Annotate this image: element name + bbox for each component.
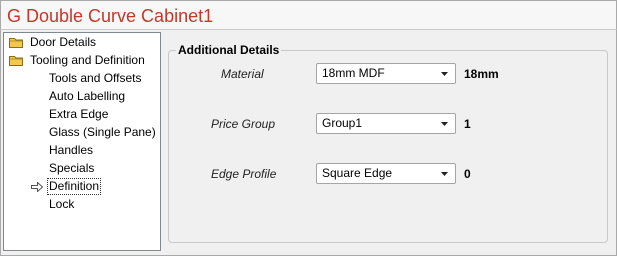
edge-profile-selected-value: Square Edge <box>322 166 393 180</box>
tree-item-label: Tools and Offsets <box>49 71 142 85</box>
folder-icon <box>9 38 23 48</box>
tree-item-label: Specials <box>49 161 95 175</box>
arrow-right-icon <box>31 182 43 192</box>
material-selected-value: 18mm MDF <box>322 66 385 80</box>
tree-item-label: Extra Edge <box>49 107 109 121</box>
material-dropdown[interactable]: 18mm MDF <box>316 63 456 84</box>
additional-details-legend: Additional Details <box>176 43 282 57</box>
price-group-selected-value: Group1 <box>322 116 363 130</box>
edge-profile-dropdown[interactable]: Square Edge <box>316 163 456 184</box>
edge-profile-value: 0 <box>464 167 471 181</box>
material-value: 18mm <box>464 67 499 81</box>
tree-item-label: Glass (Single Pane) <box>49 125 156 139</box>
tree-item-label: Definition <box>47 178 102 195</box>
price-group-dropdown[interactable]: Group1 <box>316 113 456 134</box>
chevron-down-icon <box>441 122 448 126</box>
edge-profile-label: Edge Profile <box>211 167 277 181</box>
tree-item-label: Handles <box>49 143 94 157</box>
tree-item-label: Tooling and Definition <box>30 53 145 67</box>
material-label: Material <box>221 67 264 81</box>
price-group-value: 1 <box>464 117 471 131</box>
folder-icon <box>9 56 23 66</box>
tree-item-label: Door Details <box>30 35 97 49</box>
title-bar: G Double Curve Cabinet1 <box>0 0 617 30</box>
price-group-label: Price Group <box>211 117 276 131</box>
window-title: G Double Curve Cabinet1 <box>7 6 214 26</box>
chevron-down-icon <box>441 172 448 176</box>
tree-item-definition[interactable]: Definition <box>4 178 160 195</box>
tree-item-label: Lock <box>49 197 75 211</box>
tree-item-label: Auto Labelling <box>49 89 126 103</box>
chevron-down-icon <box>441 72 448 76</box>
navigation-tree[interactable]: Door Details Tooling and Definition Tool… <box>3 32 161 251</box>
